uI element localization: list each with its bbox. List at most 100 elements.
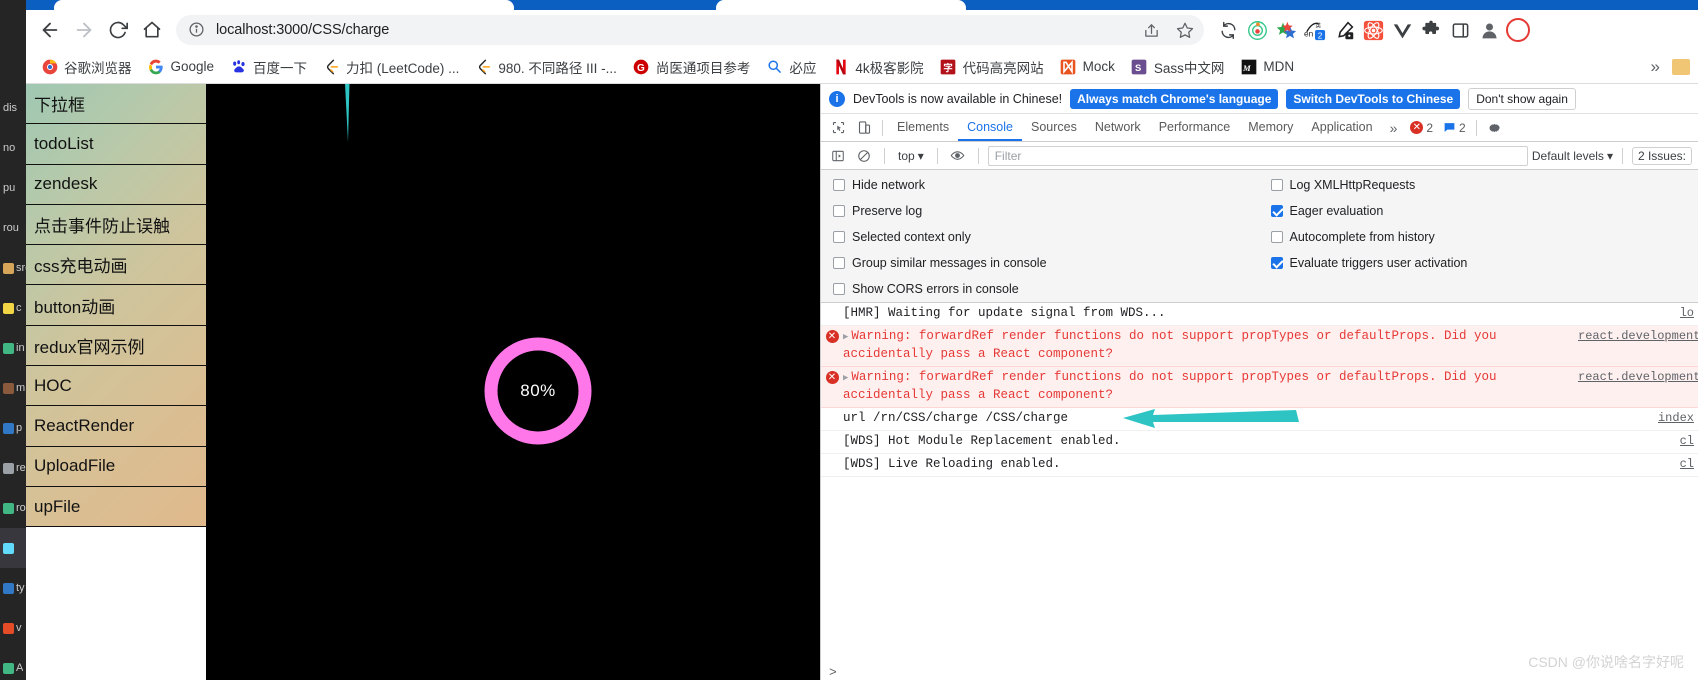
console-source-link[interactable]: index: [1658, 410, 1698, 427]
checkbox[interactable]: [833, 179, 845, 191]
page-nav-item[interactable]: upFile: [26, 487, 206, 528]
execution-context-selector[interactable]: top ▾: [894, 149, 928, 163]
more-tabs-icon[interactable]: »: [1382, 120, 1406, 136]
clear-console-icon[interactable]: [853, 145, 875, 167]
bookmark-item[interactable]: 字代码高亮网站: [933, 54, 1051, 80]
target-circle-icon[interactable]: [1243, 16, 1271, 44]
browser-tab[interactable]: [54, 0, 514, 10]
checkbox[interactable]: [1270, 205, 1283, 217]
vscode-file-row[interactable]: dis: [0, 88, 26, 128]
console-setting-row[interactable]: Preserve log: [833, 204, 1261, 218]
vue-devtools-icon[interactable]: [1388, 16, 1416, 44]
forward-button[interactable]: [68, 14, 100, 46]
vscode-file-row[interactable]: A: [0, 648, 26, 680]
console-source-link[interactable]: react.development: [1578, 369, 1698, 386]
bookmark-item[interactable]: 980. 不同路径 III -...: [468, 54, 624, 80]
page-nav-item[interactable]: HOC: [26, 366, 206, 407]
issues-button[interactable]: 2 Issues:: [1631, 146, 1692, 165]
bookmark-item[interactable]: G 尚医通项目参考: [626, 54, 758, 80]
console-message-row[interactable]: [WDS] Live Reloading enabled. cl: [821, 454, 1698, 477]
bookmark-item[interactable]: M MDN: [1233, 55, 1301, 78]
vscode-file-row[interactable]: in: [0, 328, 26, 368]
vscode-file-row[interactable]: ro: [0, 488, 26, 528]
console-source-link[interactable]: react.development: [1578, 328, 1698, 345]
console-source-link[interactable]: cl: [1680, 433, 1698, 450]
console-setting-row[interactable]: Hide network: [833, 178, 1261, 192]
vscode-file-row[interactable]: v: [0, 608, 26, 648]
page-nav-item[interactable]: 点击事件防止误触: [26, 205, 206, 246]
bookmarks-folder-icon[interactable]: [1672, 58, 1690, 75]
checkbox[interactable]: [1270, 231, 1283, 243]
tab-performance[interactable]: Performance: [1150, 115, 1240, 141]
vscode-file-row[interactable]: rou: [0, 208, 26, 248]
console-setting-row[interactable]: Group similar messages in console: [833, 256, 1261, 270]
tab-elements[interactable]: Elements: [888, 115, 958, 141]
console-source-link[interactable]: lo: [1680, 305, 1698, 322]
console-message-row[interactable]: [WDS] Hot Module Replacement enabled. cl: [821, 431, 1698, 454]
back-button[interactable]: [34, 14, 66, 46]
react-devtools-icon[interactable]: [1359, 16, 1387, 44]
devtools-settings-gear-icon[interactable]: [1482, 116, 1508, 140]
console-message-row[interactable]: ✕ ▶ Warning: forwardRef render functions d…: [821, 326, 1698, 367]
dont-show-again-button[interactable]: Don't show again: [1468, 87, 1576, 110]
page-nav-item[interactable]: 下拉框: [26, 84, 206, 125]
bookmark-item[interactable]: 4k极客影院: [825, 54, 930, 80]
bookmark-item[interactable]: 力扣 (LeetCode) ...: [316, 54, 466, 80]
tab-console[interactable]: Console: [958, 115, 1022, 141]
live-expression-eye-icon[interactable]: [947, 145, 969, 167]
sidepanel-icon[interactable]: [1446, 16, 1474, 44]
log-levels-selector[interactable]: Default levels ▾: [1532, 149, 1613, 163]
browser-tab[interactable]: [716, 0, 966, 10]
puzzle-icon[interactable]: [1417, 16, 1445, 44]
vscode-file-row[interactable]: c: [0, 288, 26, 328]
vscode-file-row[interactable]: re: [0, 448, 26, 488]
console-sidebar-icon[interactable]: [827, 145, 849, 167]
switch-devtools-language-button[interactable]: Switch DevTools to Chinese: [1286, 88, 1461, 109]
checkbox[interactable]: [833, 231, 845, 243]
chrome-menu-icon[interactable]: [1504, 16, 1532, 44]
console-setting-row[interactable]: Autocomplete from history: [1270, 230, 1698, 244]
reload-button[interactable]: [102, 14, 134, 46]
console-setting-row[interactable]: Log XMLHttpRequests: [1270, 178, 1698, 192]
console-message-row[interactable]: [HMR] Waiting for update signal from WDS…: [821, 303, 1698, 326]
page-nav-item[interactable]: zendesk: [26, 165, 206, 205]
home-button[interactable]: [136, 14, 168, 46]
vscode-file-row[interactable]: src: [0, 248, 26, 288]
checkbox[interactable]: [1270, 179, 1283, 191]
eyedropper-icon[interactable]: [1330, 16, 1358, 44]
checkbox[interactable]: [833, 205, 845, 217]
tab-network[interactable]: Network: [1086, 115, 1150, 141]
sync-icon[interactable]: [1214, 16, 1242, 44]
profile-avatar-icon[interactable]: [1475, 16, 1503, 44]
message-count-badge[interactable]: 2: [1438, 120, 1471, 136]
expand-triangle-icon[interactable]: ▶: [843, 373, 848, 383]
translate-en2-icon[interactable]: en 英 2: [1301, 16, 1329, 44]
inspect-element-icon[interactable]: [825, 116, 851, 140]
console-source-link[interactable]: cl: [1680, 456, 1698, 473]
error-count-badge[interactable]: ✕ 2: [1405, 120, 1438, 136]
console-setting-row[interactable]: Show CORS errors in console: [833, 282, 1261, 296]
vscode-file-row[interactable]: pu: [0, 168, 26, 208]
console-message-row[interactable]: url /rn/CSS/charge /CSS/charge index: [821, 408, 1698, 431]
bookmark-item[interactable]: Mock: [1053, 55, 1122, 78]
always-match-language-button[interactable]: Always match Chrome's language: [1070, 88, 1279, 109]
bookmark-star-icon[interactable]: [1172, 17, 1198, 43]
console-setting-row[interactable]: Eager evaluation: [1270, 204, 1698, 218]
checkbox[interactable]: [833, 283, 845, 295]
site-info-icon[interactable]: [188, 21, 206, 39]
console-setting-row[interactable]: Evaluate triggers user activation: [1270, 256, 1698, 270]
tab-sources[interactable]: Sources: [1022, 115, 1086, 141]
page-nav-item[interactable]: button动画: [26, 285, 206, 326]
bookmark-item[interactable]: S Sass中文网: [1124, 54, 1232, 80]
checkbox[interactable]: [833, 257, 845, 269]
console-filter-input[interactable]: [987, 145, 1528, 166]
page-nav-item[interactable]: css充电动画: [26, 245, 206, 286]
bookmark-item[interactable]: 必应: [759, 54, 823, 80]
vscode-file-row[interactable]: ty: [0, 568, 26, 608]
console-message-row[interactable]: ✕ ▶ Warning: forwardRef render functions d…: [821, 367, 1698, 408]
vscode-file-row[interactable]: p: [0, 408, 26, 448]
tab-application[interactable]: Application: [1302, 115, 1381, 141]
vscode-file-row[interactable]: [0, 528, 26, 568]
page-nav-item[interactable]: todoList: [26, 124, 206, 165]
page-nav-item[interactable]: UploadFile: [26, 447, 206, 487]
